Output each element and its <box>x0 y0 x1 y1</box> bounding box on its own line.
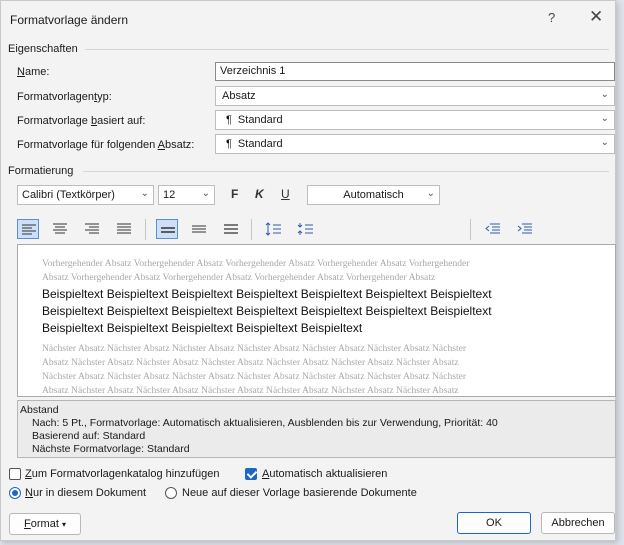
preview-line: Absatz Nächster Absatz Nächster Absatz N… <box>42 357 459 368</box>
line-spacing-onehalf-icon <box>192 225 206 233</box>
next-style-label: Formatvorlage für folgenden Absatz: <box>17 139 195 151</box>
close-icon[interactable]: ✕ <box>589 7 603 27</box>
decrease-spacing-button[interactable] <box>294 219 316 239</box>
underline-button[interactable]: U <box>281 187 290 201</box>
line-spacing-double-icon <box>224 224 238 234</box>
justify-button[interactable] <box>113 219 135 239</box>
chevron-down-icon: ⌄ <box>201 188 210 199</box>
only-this-document-radio[interactable] <box>9 487 21 499</box>
auto-update-checkbox[interactable] <box>245 468 257 480</box>
description-heading: Abstand <box>20 404 59 416</box>
chevron-down-icon: ⌄ <box>600 113 609 124</box>
section-divider <box>83 171 609 172</box>
preview-line: Beispieltext Beispieltext Beispieltext B… <box>42 304 492 318</box>
section-properties: Eigenschaften <box>8 43 78 55</box>
chevron-down-icon: ⌄ <box>426 188 435 199</box>
preview-line: Beispieltext Beispieltext Beispieltext B… <box>42 287 492 301</box>
toolbar-separator <box>145 219 146 240</box>
paragraph-mark-icon: ¶ <box>226 114 232 126</box>
format-button-label: Format <box>24 518 59 530</box>
preview-next-paragraph: Nächster Absatz Nächster Absatz Nächster… <box>42 342 582 396</box>
caret-down-icon: ▾ <box>61 520 66 529</box>
indent-icon <box>517 223 532 234</box>
outdent-icon <box>485 223 500 234</box>
line-spacing-onehalf-button[interactable] <box>188 219 210 239</box>
toolbar-separator <box>251 219 252 240</box>
decrease-indent-button[interactable] <box>481 219 503 239</box>
based-on-label: Formatvorlage basiert auf: <box>17 115 146 127</box>
cancel-button[interactable]: Abbrechen <box>541 512 615 534</box>
preview-line: Absatz Nächster Absatz Nächster Absatz N… <box>42 385 459 396</box>
line-spacing-single-button[interactable] <box>156 219 178 239</box>
align-left-button[interactable] <box>17 219 39 239</box>
align-right-button[interactable] <box>81 219 103 239</box>
chevron-down-icon: ⌄ <box>600 137 609 148</box>
based-on-select[interactable]: ¶ Standard ⌄ <box>215 110 615 130</box>
preview-line: Absatz Vorhergehender Absatz Vorhergehen… <box>42 272 436 283</box>
name-label: Name: <box>17 66 50 78</box>
font-size-value: 12 <box>163 189 176 201</box>
preview-line: Vorhergehender Absatz Vorhergehender Abs… <box>42 258 470 269</box>
preview-previous-paragraph: Vorhergehender Absatz Vorhergehender Abs… <box>42 257 582 285</box>
format-menu-button[interactable]: Format ▾ <box>9 513 81 535</box>
style-type-value: Absatz <box>222 90 256 102</box>
toolbar-separator <box>470 219 471 240</box>
section-divider <box>85 49 609 50</box>
chevron-down-icon: ⌄ <box>600 89 609 100</box>
dialog-title: Formatvorlage ändern <box>10 13 129 27</box>
description-line: Nächste Formatvorlage: Standard <box>32 443 190 455</box>
align-center-button[interactable] <box>49 219 71 239</box>
chevron-down-icon: ⌄ <box>140 188 149 199</box>
help-button[interactable]: ? <box>548 10 555 25</box>
ok-button[interactable]: OK <box>457 512 531 534</box>
font-select[interactable]: Calibri (Textkörper) ⌄ <box>17 185 154 205</box>
align-left-icon <box>22 224 36 235</box>
name-input[interactable]: Verzeichnis 1 <box>215 62 615 81</box>
justify-icon <box>117 223 131 234</box>
font-color-value: Automatisch <box>343 189 404 201</box>
font-color-select[interactable]: Automatisch ⌄ <box>307 185 440 205</box>
style-description: Abstand Nach: 5 Pt., Formatvorlage: Auto… <box>17 400 616 458</box>
increase-spacing-button[interactable] <box>262 219 284 239</box>
style-preview: Vorhergehender Absatz Vorhergehender Abs… <box>17 244 616 397</box>
spacing-decrease-icon <box>297 223 313 235</box>
add-to-gallery-label[interactable]: Zum Formatvorlagenkatalog hinzufügen <box>25 468 219 480</box>
paragraph-mark-icon: ¶ <box>226 138 232 150</box>
description-line: Nach: 5 Pt., Formatvorlage: Automatisch … <box>32 417 498 429</box>
bold-button[interactable]: F <box>231 187 238 201</box>
based-on-value: Standard <box>237 114 283 126</box>
description-line: Basierend auf: Standard <box>32 430 146 442</box>
auto-update-label[interactable]: Automatisch aktualisieren <box>262 468 387 480</box>
next-style-select[interactable]: ¶ Standard ⌄ <box>215 134 615 154</box>
italic-button[interactable]: K <box>255 187 264 201</box>
style-type-select[interactable]: Absatz ⌄ <box>215 86 615 106</box>
preview-line: Beispieltext Beispieltext Beispieltext B… <box>42 321 363 335</box>
modify-style-dialog: Formatvorlage ändern ? ✕ Eigenschaften N… <box>0 0 616 541</box>
section-formatting: Formatierung <box>8 165 74 177</box>
only-this-document-label[interactable]: Nur in diesem Dokument <box>25 487 146 499</box>
align-right-icon <box>85 223 99 234</box>
preview-sample-paragraph: Beispieltext Beispieltext Beispieltext B… <box>42 286 562 337</box>
next-style-value: Standard <box>237 138 283 150</box>
align-center-icon <box>53 223 67 234</box>
spacing-increase-icon <box>265 222 281 236</box>
name-value: Verzeichnis 1 <box>220 65 286 77</box>
font-value: Calibri (Textkörper) <box>22 189 115 201</box>
line-spacing-double-button[interactable] <box>220 219 242 239</box>
style-type-label: Formatvorlagentyp: <box>17 91 112 103</box>
line-spacing-single-icon <box>161 227 175 233</box>
new-documents-radio[interactable] <box>165 487 177 499</box>
title-bar: Formatvorlage ändern ? ✕ <box>1 1 615 37</box>
font-size-select[interactable]: 12 ⌄ <box>158 185 215 205</box>
increase-indent-button[interactable] <box>513 219 535 239</box>
add-to-gallery-checkbox[interactable] <box>9 468 21 480</box>
preview-line: Nächster Absatz Nächster Absatz Nächster… <box>42 343 467 354</box>
preview-line: Nächster Absatz Nächster Absatz Nächster… <box>42 371 467 382</box>
new-documents-label[interactable]: Neue auf dieser Vorlage basierende Dokum… <box>182 487 417 499</box>
